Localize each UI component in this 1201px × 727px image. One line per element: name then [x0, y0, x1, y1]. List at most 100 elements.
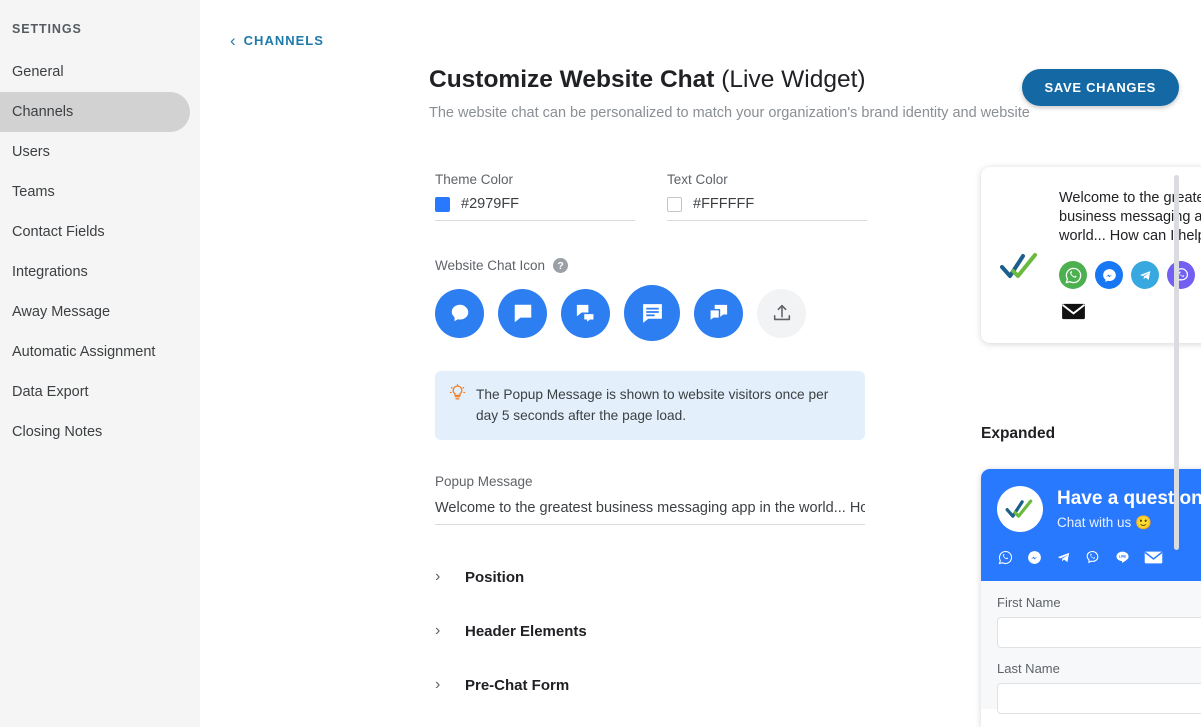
sidebar-item-automatic-assignment[interactable]: Automatic Assignment	[0, 332, 190, 372]
first-name-field[interactable]	[997, 617, 1201, 648]
widget-header: Have a question? Chat with us 🙂 ✕	[981, 469, 1201, 548]
popup-message-input[interactable]	[435, 500, 865, 526]
question-mark-icon[interactable]: ?	[553, 258, 569, 273]
app-root: SETTINGS General Channels Users Teams Co…	[0, 0, 1201, 727]
upload-icon-button[interactable]	[757, 288, 806, 338]
lightbulb-icon	[449, 384, 466, 426]
chevron-right-icon: ›	[435, 622, 441, 640]
sidebar-item-label: Away Message	[12, 304, 111, 320]
chat-icon-option-bubble-square[interactable]	[498, 288, 547, 338]
line-icon[interactable]: LINE	[1113, 548, 1132, 567]
popup-message-field: Popup Message	[435, 474, 865, 526]
telegram-icon[interactable]	[1131, 261, 1159, 290]
chevron-right-icon: ›	[435, 676, 441, 694]
sidebar-item-label: Channels	[12, 104, 74, 120]
breadcrumb[interactable]: ‹ CHANNELS	[230, 32, 324, 49]
sidebar-item-integrations[interactable]: Integrations	[0, 252, 190, 292]
text-color-field: Text Color #FFFFFF	[667, 172, 867, 221]
widget-subtitle: Chat with us 🙂	[1057, 515, 1152, 530]
messenger-icon[interactable]	[1026, 549, 1043, 566]
popup-social-row: LINE	[1059, 261, 1201, 325]
theme-color-input[interactable]: #2979FF	[435, 196, 635, 221]
chat-icon-section-label: Website Chat Icon ?	[435, 258, 870, 273]
text-color-label: Text Color	[667, 172, 728, 187]
sidebar: SETTINGS General Channels Users Teams Co…	[0, 0, 200, 727]
accordion-sections: › Position › Header Elements › Pre-Chat …	[435, 550, 870, 727]
page-subtitle: The website chat can be personalized to …	[429, 105, 1030, 121]
sidebar-item-users[interactable]: Users	[0, 132, 190, 172]
email-icon[interactable]	[1144, 550, 1163, 565]
chevron-right-icon: ›	[435, 568, 441, 586]
widget-prechat-form: First Name Last Name	[981, 581, 1201, 714]
accordion-label: Pre-Chat Form	[465, 676, 570, 694]
save-changes-button[interactable]: SAVE CHANGES	[1021, 69, 1179, 106]
theme-color-field: Theme Color #2979FF	[435, 172, 635, 221]
sidebar-item-contact-fields[interactable]: Contact Fields	[0, 212, 190, 252]
whatsapp-icon[interactable]	[997, 549, 1014, 566]
main-content: ‹ CHANNELS Customize Website Chat (Live …	[200, 0, 1201, 727]
viber-icon[interactable]	[1167, 261, 1195, 290]
sidebar-item-general[interactable]: General	[0, 52, 190, 92]
chat-icon-options	[435, 285, 870, 341]
messenger-icon[interactable]	[1095, 261, 1123, 290]
popup-body: Welcome to the greatest business messagi…	[999, 189, 1201, 325]
page-title-suffix: (Live Widget)	[721, 66, 866, 93]
theme-color-value: #2979FF	[461, 196, 520, 212]
accordion-header-elements[interactable]: › Header Elements	[435, 604, 870, 658]
tip-text: The Popup Message is shown to website vi…	[476, 387, 829, 424]
accordion-label: Position	[465, 568, 525, 586]
widget-header-text: Have a question? Chat with us 🙂	[1057, 486, 1201, 532]
whatsapp-icon[interactable]	[1059, 261, 1087, 290]
theme-color-label: Theme Color	[435, 172, 514, 187]
sidebar-item-label: Contact Fields	[12, 224, 105, 240]
accordion-pre-chat-form[interactable]: › Pre-Chat Form	[435, 658, 870, 712]
tip-box: The Popup Message is shown to website vi…	[435, 371, 865, 441]
sidebar-item-label: General	[12, 64, 64, 80]
sidebar-heading: SETTINGS	[12, 22, 82, 36]
viber-icon[interactable]	[1084, 549, 1101, 566]
first-name-label: First Name	[997, 595, 1061, 610]
popup-content: Welcome to the greatest business messagi…	[1059, 189, 1201, 325]
accordion-additional-settings[interactable]: › Additional Settings	[435, 712, 870, 727]
popup-preview: ✕ Welcome to the greatest business messa…	[981, 167, 1201, 344]
text-color-input[interactable]: #FFFFFF	[667, 196, 867, 221]
sidebar-item-closing-notes[interactable]: Closing Notes	[0, 412, 190, 452]
double-check-logo	[997, 486, 1043, 532]
last-name-field[interactable]	[997, 683, 1201, 714]
text-color-value: #FFFFFF	[693, 196, 755, 212]
telegram-icon[interactable]	[1055, 549, 1072, 566]
sidebar-item-label: Closing Notes	[12, 424, 103, 440]
chevron-left-icon: ‹	[230, 31, 236, 50]
chat-icon-label: Website Chat Icon	[435, 258, 546, 273]
popup-message-label: Popup Message	[435, 474, 533, 490]
page-scrollbar[interactable]	[1174, 175, 1179, 550]
sidebar-item-label: Teams	[12, 184, 55, 200]
chat-icon-option-bubble-lines[interactable]	[624, 285, 680, 341]
email-icon[interactable]	[1059, 297, 1087, 325]
sidebar-item-label: Data Export	[12, 384, 89, 400]
popup-message-text: Welcome to the greatest business messagi…	[1059, 190, 1201, 245]
sidebar-item-away-message[interactable]: Away Message	[0, 292, 190, 332]
text-color-swatch[interactable]	[667, 196, 682, 212]
color-fields-row: Theme Color #2979FF Text Color #FFFFFF	[435, 172, 870, 221]
svg-text:LINE: LINE	[1119, 554, 1127, 558]
theme-color-swatch[interactable]	[435, 196, 450, 212]
expanded-preview-label: Expanded	[981, 425, 1056, 442]
page-title-main: Customize Website Chat	[429, 66, 722, 93]
widget-social-row: LINE	[981, 548, 1201, 581]
breadcrumb-label: CHANNELS	[243, 33, 324, 48]
sidebar-item-label: Users	[12, 144, 50, 160]
accordion-position[interactable]: › Position	[435, 550, 870, 604]
sidebar-item-label: Integrations	[12, 264, 88, 280]
sidebar-item-channels[interactable]: Channels	[0, 92, 190, 132]
sidebar-item-data-export[interactable]: Data Export	[0, 372, 190, 412]
widget-title: Have a question?	[1057, 488, 1201, 509]
chat-icon-option-bubble-round[interactable]	[435, 288, 484, 338]
accordion-label: Header Elements	[465, 622, 587, 640]
chat-icon-option-bubble-stacked[interactable]	[694, 288, 743, 338]
sidebar-item-label: Automatic Assignment	[12, 344, 156, 360]
chat-icon-option-bubble-double[interactable]	[561, 288, 610, 338]
last-name-label: Last Name	[997, 661, 1060, 676]
popup-card: ✕ Welcome to the greatest business messa…	[981, 167, 1201, 344]
sidebar-item-teams[interactable]: Teams	[0, 172, 190, 212]
